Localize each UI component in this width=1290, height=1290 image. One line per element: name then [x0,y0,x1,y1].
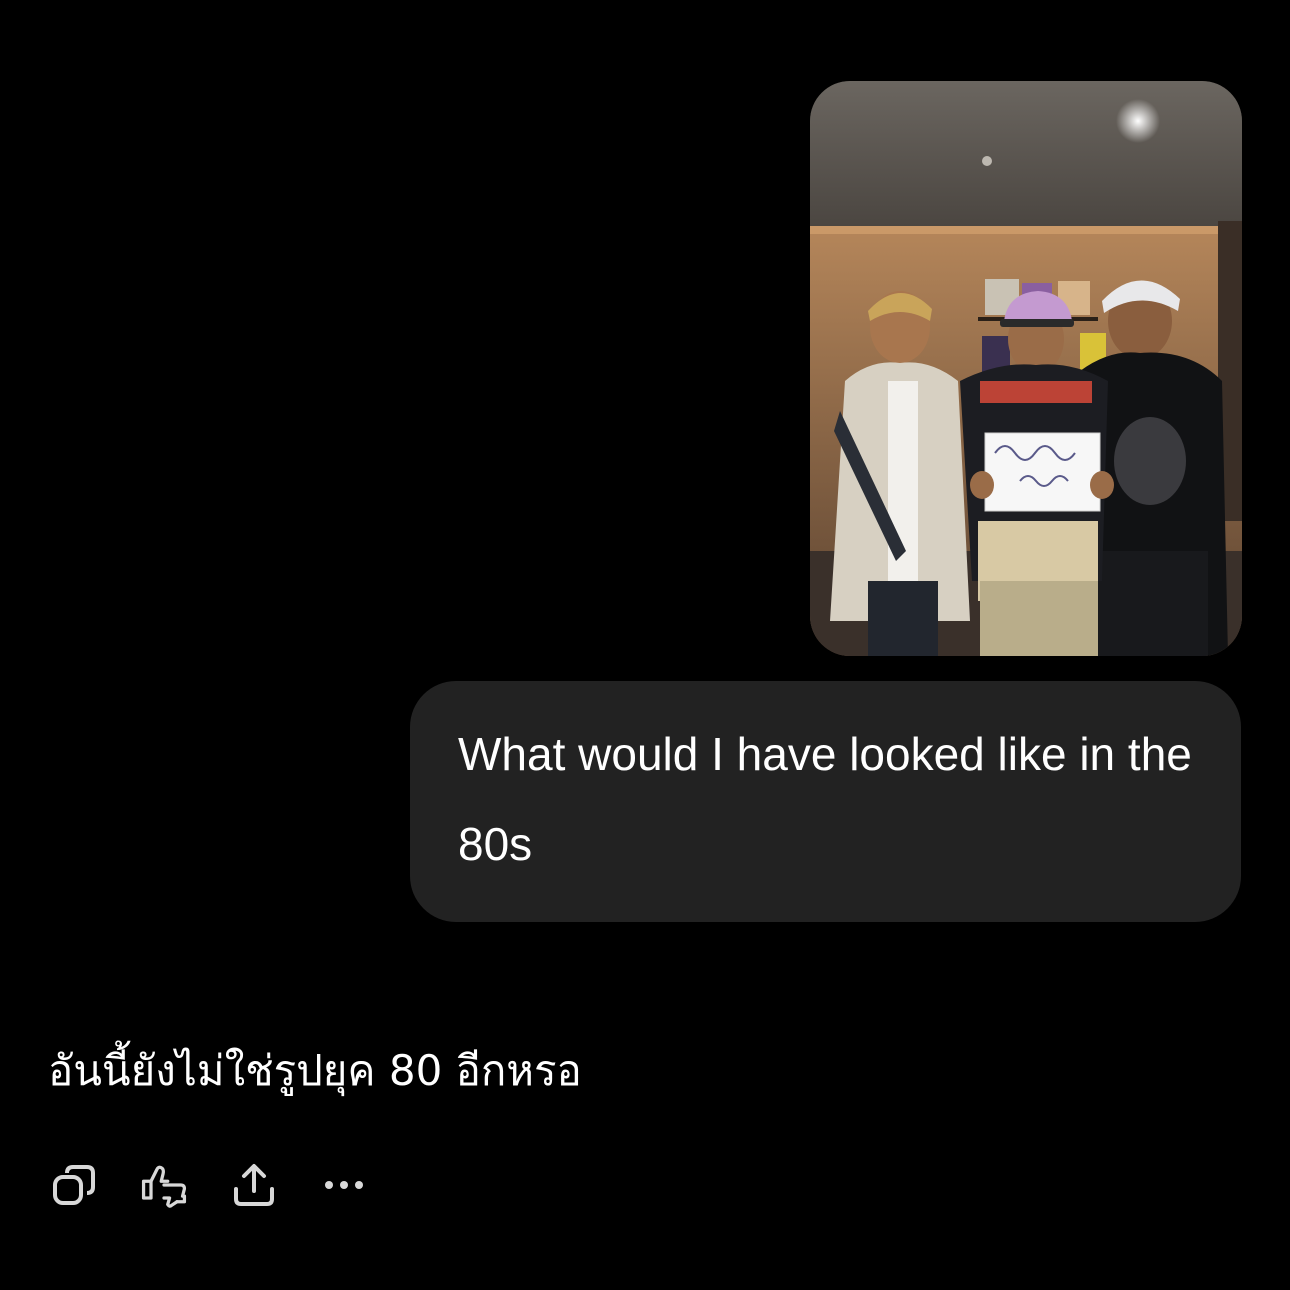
copy-button[interactable] [48,1159,100,1211]
user-attached-photo[interactable] [810,81,1242,656]
feedback-button[interactable] [138,1159,190,1211]
user-message-text: What would I have looked like in the 80s [458,728,1192,870]
message-actions [48,1160,408,1210]
more-icon [325,1181,363,1189]
share-icon [234,1164,274,1206]
assistant-reply-text: อันนี้ยังไม่ใช่รูปยุค 80 อีกหรอ [48,1046,582,1095]
share-button[interactable] [228,1159,280,1211]
user-message-bubble: What would I have looked like in the 80s [410,681,1241,922]
photo-illustration [810,81,1242,656]
more-button[interactable] [318,1159,370,1211]
copy-icon [53,1165,95,1205]
thumbs-up-down-icon [141,1165,187,1208]
